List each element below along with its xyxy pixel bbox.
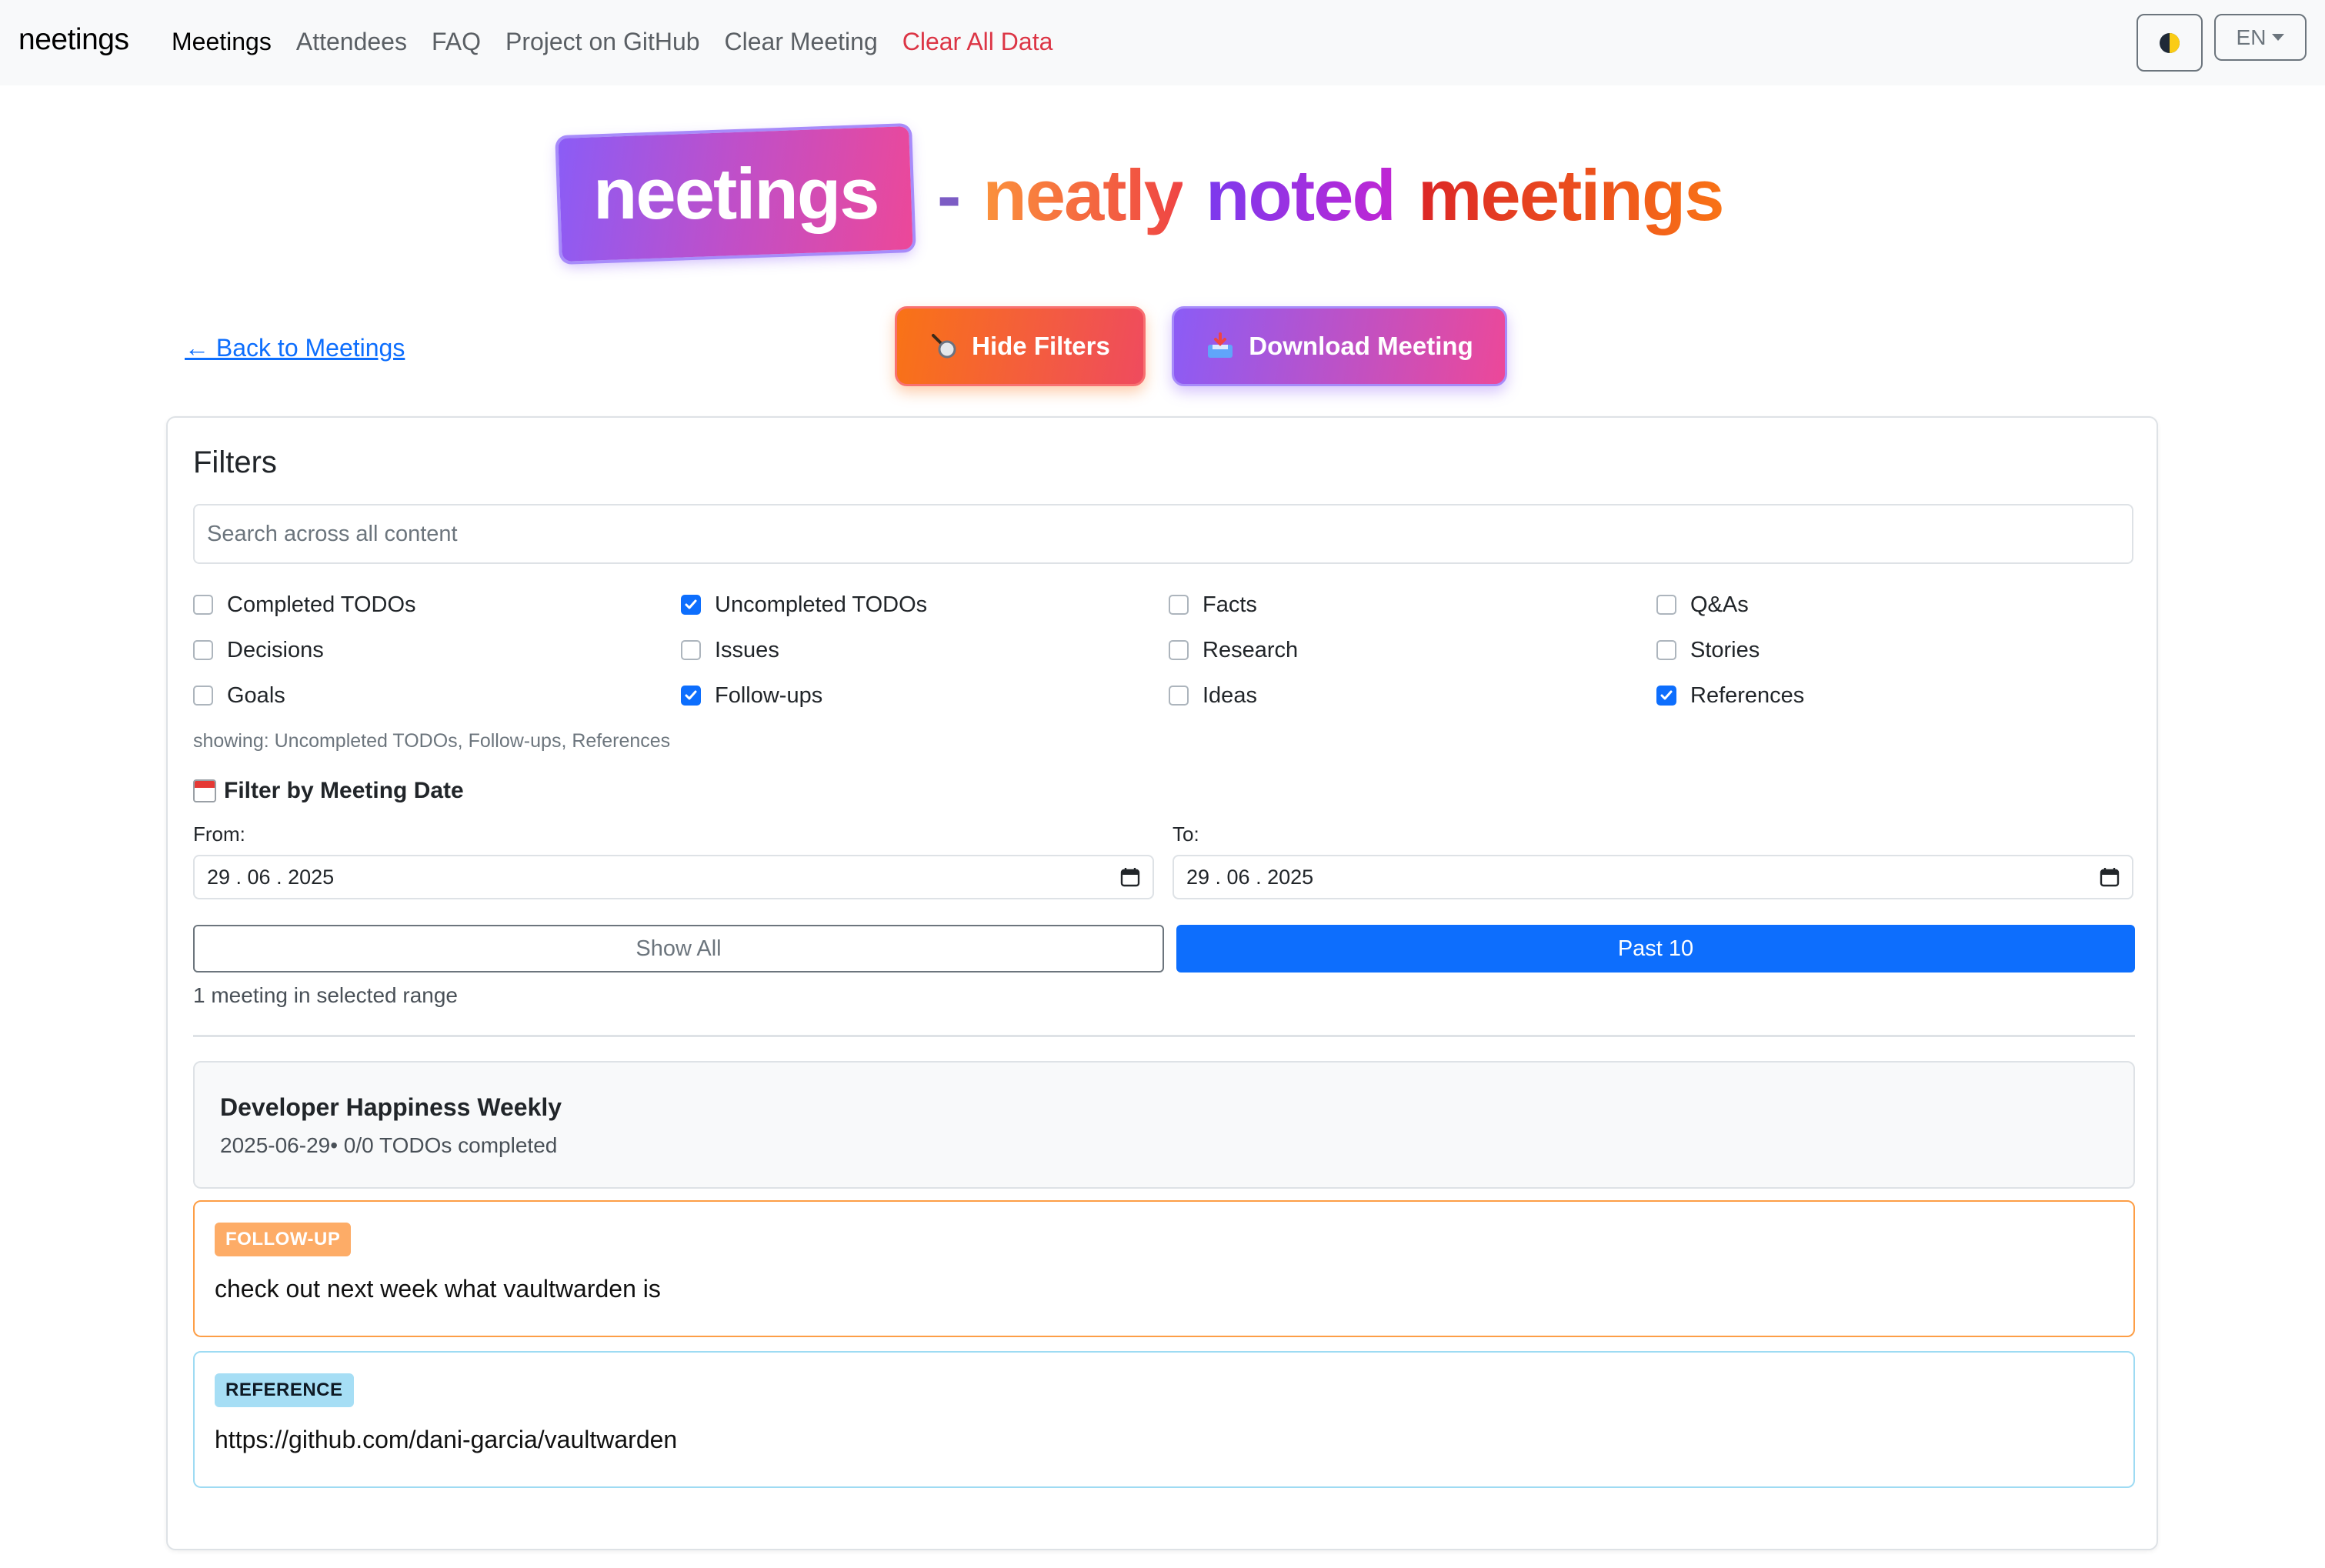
from-date-input[interactable]: 29 . 06 . 2025: [193, 855, 1154, 899]
checkbox[interactable]: [193, 595, 213, 615]
filter-research[interactable]: Research: [1169, 637, 1656, 663]
chevron-down-icon: [2272, 34, 2285, 41]
date-filter-heading: Filter by Meeting Date: [193, 778, 464, 804]
theme-icon: [2160, 32, 2180, 53]
from-label: From:: [193, 822, 245, 846]
past-10-button[interactable]: Past 10: [1176, 925, 2135, 972]
nav-faq[interactable]: FAQ: [432, 28, 481, 56]
nav-attendees[interactable]: Attendees: [296, 28, 407, 56]
checkbox-checked[interactable]: [1656, 686, 1676, 706]
filter-references[interactable]: References: [1656, 682, 2144, 709]
to-date-input[interactable]: 29 . 06 . 2025: [1173, 855, 2133, 899]
show-all-button[interactable]: Show All: [193, 925, 1164, 972]
checkbox[interactable]: [1169, 686, 1189, 706]
checkmark-icon: [1660, 690, 1673, 700]
back-to-meetings-link[interactable]: ← Back to Meetings: [185, 334, 405, 362]
filter-decisions[interactable]: Decisions: [193, 637, 681, 663]
divider: [193, 1035, 2135, 1037]
checkbox[interactable]: [193, 640, 213, 660]
nav-meetings[interactable]: Meetings: [172, 28, 272, 56]
calendar-picker-icon[interactable]: [1120, 867, 1140, 887]
checkbox[interactable]: [1656, 640, 1676, 660]
filter-uncompleted-todos[interactable]: Uncompleted TODOs: [681, 592, 1169, 618]
checkbox[interactable]: [1656, 595, 1676, 615]
nav-clear-all-data[interactable]: Clear All Data: [902, 28, 1053, 56]
filter-checkbox-grid: Completed TODOs Uncompleted TODOs Facts …: [193, 592, 2147, 709]
navbar: neetings Meetings Attendees FAQ Project …: [0, 0, 2325, 85]
filter-qas[interactable]: Q&As: [1656, 592, 2144, 618]
language-dropdown[interactable]: EN: [2214, 14, 2307, 61]
filters-card: Filters Completed TODOs Uncompleted TODO…: [166, 416, 2158, 1550]
tagline-word-3: meetings: [1417, 155, 1725, 235]
magnifier-icon: [932, 334, 956, 359]
hero-logo: neetings: [558, 126, 913, 262]
calendar-picker-icon[interactable]: [2100, 867, 2120, 887]
filter-ideas[interactable]: Ideas: [1169, 682, 1656, 709]
tagline-word-2: noted: [1206, 155, 1396, 235]
hide-filters-label: Hide Filters: [972, 332, 1110, 360]
item-text: https://github.com/dani-garcia/vaultward…: [215, 1426, 678, 1453]
hero-logo-text: neetings: [592, 153, 879, 235]
meeting-title: Developer Happiness Weekly: [220, 1093, 562, 1121]
checkbox[interactable]: [193, 686, 213, 706]
tagline-dash: -: [937, 155, 961, 235]
nav-links: Meetings Attendees FAQ Project on GitHub…: [172, 28, 1052, 56]
brand-logo[interactable]: neetings: [18, 23, 129, 57]
nav-clear-meeting[interactable]: Clear Meeting: [725, 28, 878, 56]
filter-stories[interactable]: Stories: [1656, 637, 2144, 663]
filter-goals[interactable]: Goals: [193, 682, 681, 709]
checkmark-icon: [685, 690, 697, 700]
list-item-reference: REFERENCE https://github.com/dani-garcia…: [193, 1351, 2135, 1488]
to-label: To:: [1173, 822, 1199, 846]
checkbox[interactable]: [681, 640, 701, 660]
filter-completed-todos[interactable]: Completed TODOs: [193, 592, 681, 618]
followup-badge: FOLLOW-UP: [215, 1223, 352, 1256]
checkbox[interactable]: [1169, 595, 1189, 615]
showing-summary: showing: Uncompleted TODOs, Follow-ups, …: [193, 730, 671, 752]
hero-tagline: - neatly noted meetings: [937, 154, 1725, 237]
range-count-text: 1 meeting in selected range: [193, 983, 458, 1007]
checkbox-checked[interactable]: [681, 686, 701, 706]
filter-facts[interactable]: Facts: [1169, 592, 1656, 618]
list-item-followup: FOLLOW-UP check out next week what vault…: [193, 1200, 2135, 1337]
meeting-header: Developer Happiness Weekly 2025-06-29• 0…: [193, 1061, 2135, 1189]
filters-title: Filters: [193, 445, 277, 479]
filter-issues[interactable]: Issues: [681, 637, 1169, 663]
calendar-icon: [193, 779, 216, 802]
theme-toggle-button[interactable]: [2137, 14, 2203, 72]
search-input[interactable]: [193, 504, 2133, 564]
from-date-value: 29 . 06 . 2025: [207, 865, 335, 889]
checkbox-checked[interactable]: [681, 595, 701, 615]
inbox-tray-icon: [1208, 332, 1233, 358]
download-meeting-label: Download Meeting: [1249, 332, 1473, 360]
hide-filters-button[interactable]: Hide Filters: [895, 306, 1146, 386]
item-text: check out next week what vaultwarden is: [215, 1275, 661, 1303]
meeting-subtitle: 2025-06-29• 0/0 TODOs completed: [220, 1133, 558, 1157]
filter-follow-ups[interactable]: Follow-ups: [681, 682, 1169, 709]
reference-badge: REFERENCE: [215, 1373, 354, 1407]
checkmark-icon: [685, 599, 697, 609]
checkbox[interactable]: [1169, 640, 1189, 660]
tagline-word-1: neatly: [982, 155, 1184, 235]
nav-github[interactable]: Project on GitHub: [505, 28, 700, 56]
to-date-value: 29 . 06 . 2025: [1186, 865, 1314, 889]
language-label: EN: [2236, 25, 2267, 49]
download-meeting-button[interactable]: Download Meeting: [1172, 306, 1507, 386]
